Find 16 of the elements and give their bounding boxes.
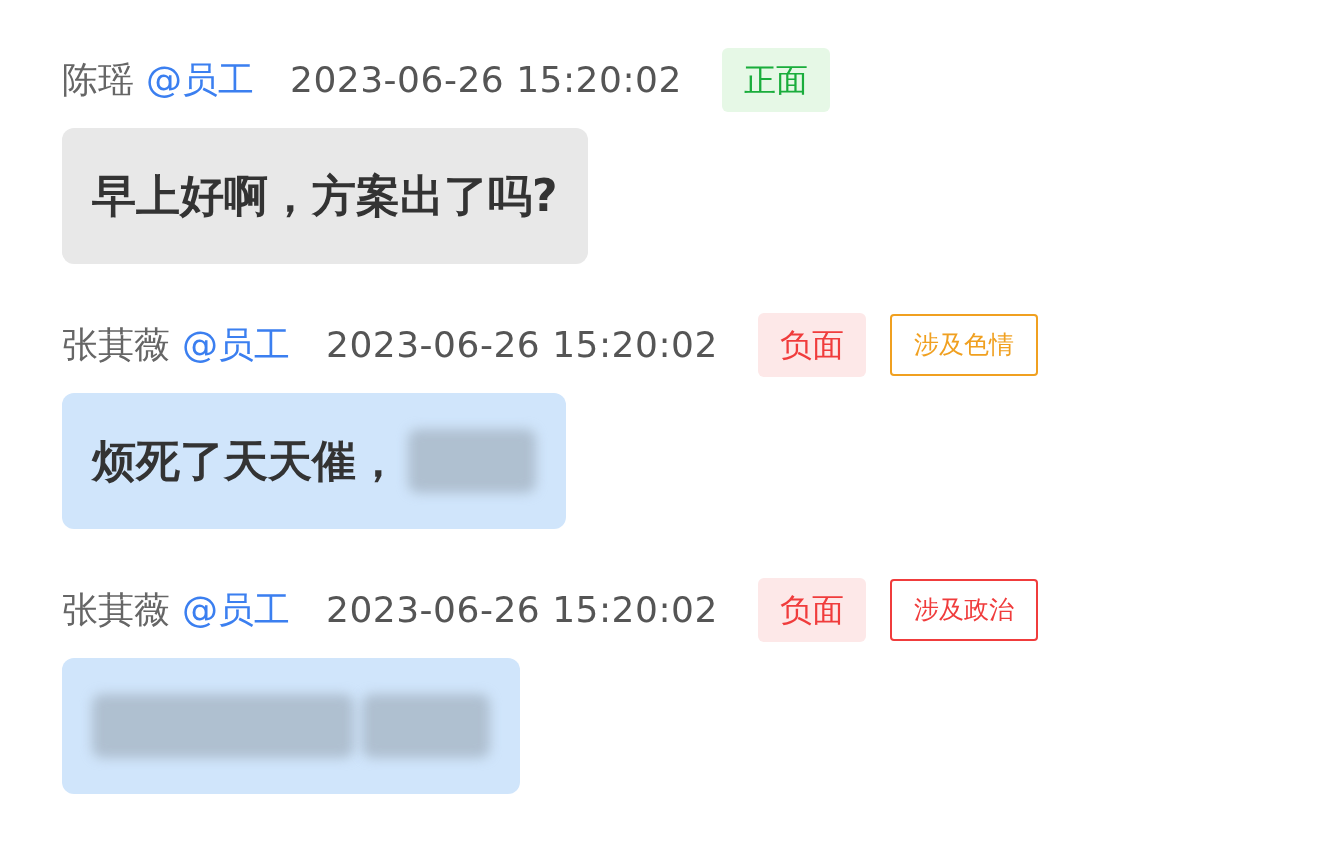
role-mention[interactable]: @员工: [146, 53, 254, 107]
topic-tag: 涉及色情: [889, 314, 1038, 376]
message-text: 烦死了天天催，: [92, 434, 400, 488]
sender-name: 张萁薇: [62, 323, 170, 367]
sentiment-badge: 正面: [721, 48, 830, 112]
role-mention[interactable]: @员工: [182, 583, 290, 637]
message-text: 早上好啊，方案出了吗?: [92, 169, 558, 223]
timestamp: 2023-06-26 15:20:02: [326, 588, 718, 632]
sender-name: 张萁薇: [62, 588, 170, 632]
sentiment-badge: 负面: [757, 313, 866, 377]
sentiment-badge: 负面: [757, 578, 866, 642]
sender-name: 陈瑶: [62, 58, 134, 102]
timestamp: 2023-06-26 15:20:02: [290, 58, 682, 102]
topic-tag: 涉及政治: [889, 579, 1038, 641]
role-mention[interactable]: @员工: [182, 318, 290, 372]
timestamp: 2023-06-26 15:20:02: [326, 323, 718, 367]
